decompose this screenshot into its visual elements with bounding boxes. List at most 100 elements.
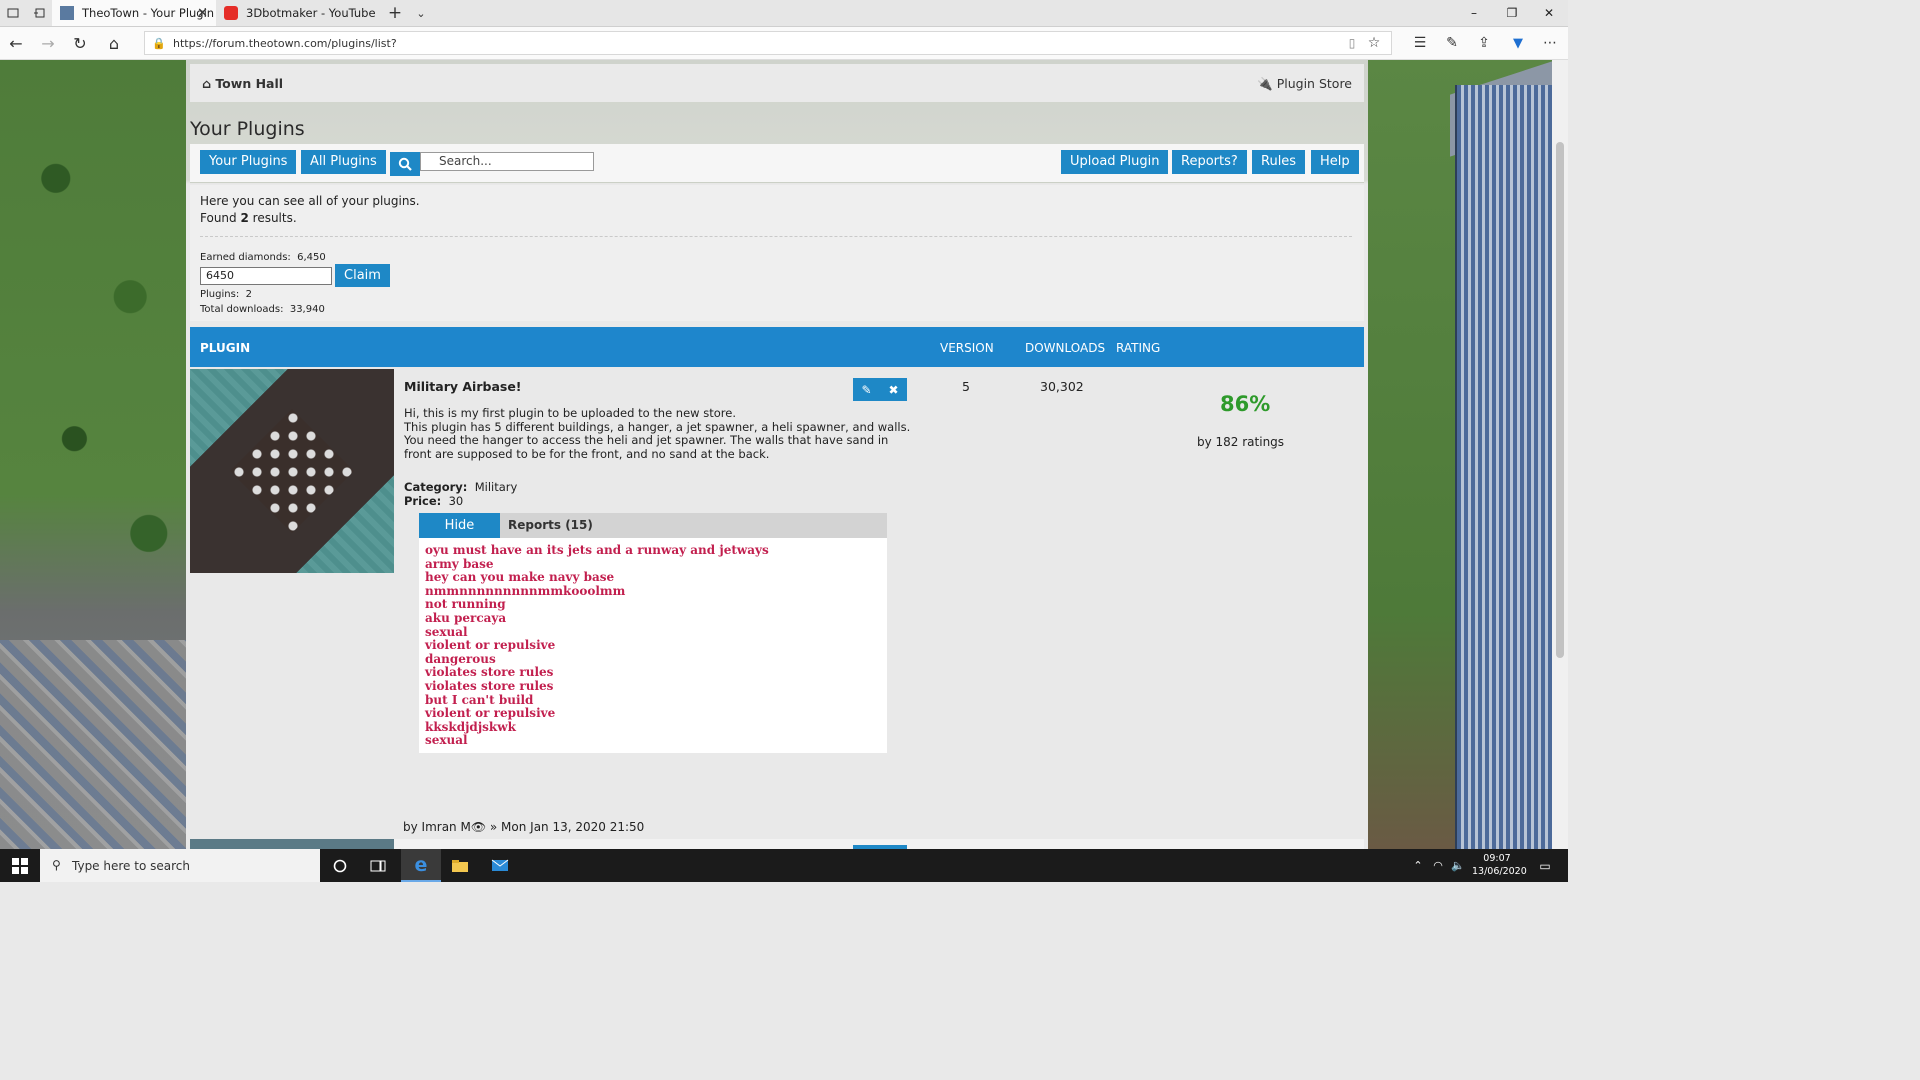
column-version: VERSION <box>940 341 994 355</box>
taskbar-search-input[interactable]: ⚲ Type here to search <box>40 849 320 882</box>
post-date: » Mon Jan 13, 2020 21:50 <box>486 820 645 834</box>
task-view-icon[interactable] <box>362 849 394 882</box>
plugin-thumbnail[interactable] <box>190 369 394 573</box>
tab-actions-icon[interactable] <box>0 0 26 26</box>
reports-list: oyu must have an its jets and a runway a… <box>425 543 769 748</box>
background-skyscraper <box>1455 85 1554 849</box>
windows-taskbar: ⚲ Type here to search e ⌃ ◠ 🔈 09:07 13/0… <box>0 849 1568 882</box>
address-toolbar: ← → ↻ ⌂ 🔒 https://forum.theotown.com/plu… <box>0 27 1568 60</box>
tab-youtube[interactable]: 3Dbotmaker - YouTube <box>216 0 380 26</box>
divider <box>200 236 1352 237</box>
set-tabs-aside-icon[interactable] <box>26 0 52 26</box>
earned-diamonds: Earned diamonds: 6,450 <box>200 252 326 263</box>
notifications-icon[interactable]: ▭ <box>1530 849 1560 882</box>
plugin-count: Plugins: 2 <box>200 289 252 300</box>
theotown-favicon-icon <box>60 6 74 20</box>
your-plugins-button[interactable]: Your Plugins <box>200 150 297 174</box>
delete-x-icon[interactable]: ✖ <box>880 378 907 401</box>
address-field[interactable]: 🔒 https://forum.theotown.com/plugins/lis… <box>144 31 1392 55</box>
page-scrollbar[interactable] <box>1552 60 1568 849</box>
list-item: aku percaya <box>425 610 507 625</box>
cortana-icon[interactable] <box>324 849 356 882</box>
browser-tab-bar: TheoTown - Your Plugin ✕ 3Dbotmaker - Yo… <box>0 0 1568 27</box>
network-icon[interactable]: ◠ <box>1428 849 1448 882</box>
url-text: https://forum.theotown.com/plugins/list? <box>173 36 397 50</box>
plugin-title[interactable]: Military Airbase! <box>404 379 522 394</box>
help-button[interactable]: Help <box>1311 150 1359 174</box>
home-icon[interactable]: ⌂ <box>98 27 130 59</box>
forum-panel: ⌂ Town Hall 🔌 Plugin Store Your Plugins … <box>186 60 1368 849</box>
table-row: Military Airbase! ✎ ✖ Hi, this is my fir… <box>190 367 1364 837</box>
tab-preview-chevron-icon[interactable]: ⌄ <box>408 0 434 26</box>
plugin-meta: Category: Military Price: 30 <box>404 480 518 508</box>
plugin-version: 5 <box>962 379 970 394</box>
author-link[interactable]: by Imran M <box>403 820 471 834</box>
search-input[interactable]: Search... <box>420 152 594 171</box>
results-count: Found 2 results. <box>200 211 297 225</box>
maximize-icon[interactable]: ❐ <box>1493 0 1531 26</box>
pen-notes-icon[interactable]: ✎ <box>1436 27 1468 59</box>
list-item: violates store rules <box>425 678 554 693</box>
search-icon <box>398 157 412 171</box>
list-item: violates store rules <box>425 665 554 680</box>
show-hidden-icons-chevron-icon[interactable]: ⌃ <box>1408 849 1428 882</box>
new-tab-icon[interactable]: + <box>382 0 408 26</box>
plugin-actions: ✎ ✖ <box>853 378 907 401</box>
edge-app-icon[interactable]: e <box>401 849 441 882</box>
extension-icon[interactable]: ▼ <box>1502 27 1534 59</box>
volume-icon[interactable]: 🔈 <box>1448 849 1468 882</box>
plugin-store-link[interactable]: 🔌 Plugin Store <box>1257 76 1352 92</box>
top-navigation: ⌂ Town Hall 🔌 Plugin Store <box>190 64 1364 102</box>
upload-plugin-button[interactable]: Upload Plugin <box>1061 150 1169 174</box>
reports-box: Hide Reports (15) oyu must have an its j… <box>419 513 887 753</box>
table-row <box>190 839 1364 849</box>
rating-percent: 86% <box>1220 392 1271 416</box>
scrollbar-thumb[interactable] <box>1556 142 1564 658</box>
list-item: but I can't build <box>425 692 534 707</box>
claim-button[interactable]: Claim <box>335 264 390 287</box>
list-item: violent or repulsive <box>425 706 556 721</box>
close-window-icon[interactable]: ✕ <box>1530 0 1568 26</box>
favorite-star-icon[interactable]: ☆ <box>1358 27 1390 59</box>
home-icon: ⌂ <box>202 76 211 91</box>
reports-tab[interactable]: Reports (15) <box>508 518 593 532</box>
share-icon[interactable]: ⇪ <box>1468 27 1500 59</box>
town-hall-link[interactable]: ⌂ Town Hall <box>202 76 283 91</box>
plug-icon: 🔌 <box>1257 76 1273 91</box>
edit-pencil-icon[interactable]: ✎ <box>853 378 880 401</box>
refresh-icon[interactable]: ↻ <box>64 27 96 59</box>
system-clock[interactable]: 09:07 13/06/2020 <box>1472 852 1527 878</box>
claim-amount-input[interactable]: 6450 <box>200 267 332 285</box>
hide-reports-tab[interactable]: Hide <box>419 513 500 538</box>
plugin-author-line: by Imran M👁 » Mon Jan 13, 2020 21:50 <box>403 820 644 834</box>
search-icon: ⚲ <box>52 858 61 872</box>
tab-title: 3Dbotmaker - YouTube <box>246 6 376 20</box>
windows-start-icon[interactable] <box>0 849 40 882</box>
rating-count: by 182 ratings <box>1197 435 1285 449</box>
background-city <box>0 640 186 849</box>
list-item: army base <box>425 556 494 571</box>
back-icon[interactable]: ← <box>0 27 32 59</box>
all-plugins-button[interactable]: All Plugins <box>301 150 386 174</box>
search-button[interactable] <box>390 152 420 176</box>
minimize-icon[interactable]: – <box>1455 0 1493 26</box>
list-item: dangerous <box>425 651 496 666</box>
table-header: PLUGIN VERSION DOWNLOADS RATING <box>190 327 1364 367</box>
mail-icon[interactable] <box>481 849 519 882</box>
reports-button[interactable]: Reports? <box>1172 150 1247 174</box>
rules-button[interactable]: Rules <box>1252 150 1306 174</box>
favorites-list-icon[interactable]: ☰ <box>1404 27 1436 59</box>
tab-theotown[interactable]: TheoTown - Your Plugin ✕ <box>52 0 216 26</box>
forward-icon[interactable]: → <box>32 27 64 59</box>
close-tab-icon[interactable]: ✕ <box>197 6 208 21</box>
reports-tabs: Hide Reports (15) <box>419 513 887 538</box>
list-item: kkskdjdjskwk <box>425 719 516 734</box>
file-explorer-icon[interactable] <box>441 849 479 882</box>
youtube-favicon-icon <box>224 6 238 20</box>
eye-icon: 👁 <box>470 820 487 834</box>
list-item: not running <box>425 597 506 612</box>
plugin-toolbar: Your Plugins All Plugins Search... Uploa… <box>190 144 1364 183</box>
list-item: violent or repulsive <box>425 638 556 653</box>
lock-icon: 🔒 <box>152 36 166 50</box>
more-menu-icon[interactable]: ⋯ <box>1534 27 1566 59</box>
